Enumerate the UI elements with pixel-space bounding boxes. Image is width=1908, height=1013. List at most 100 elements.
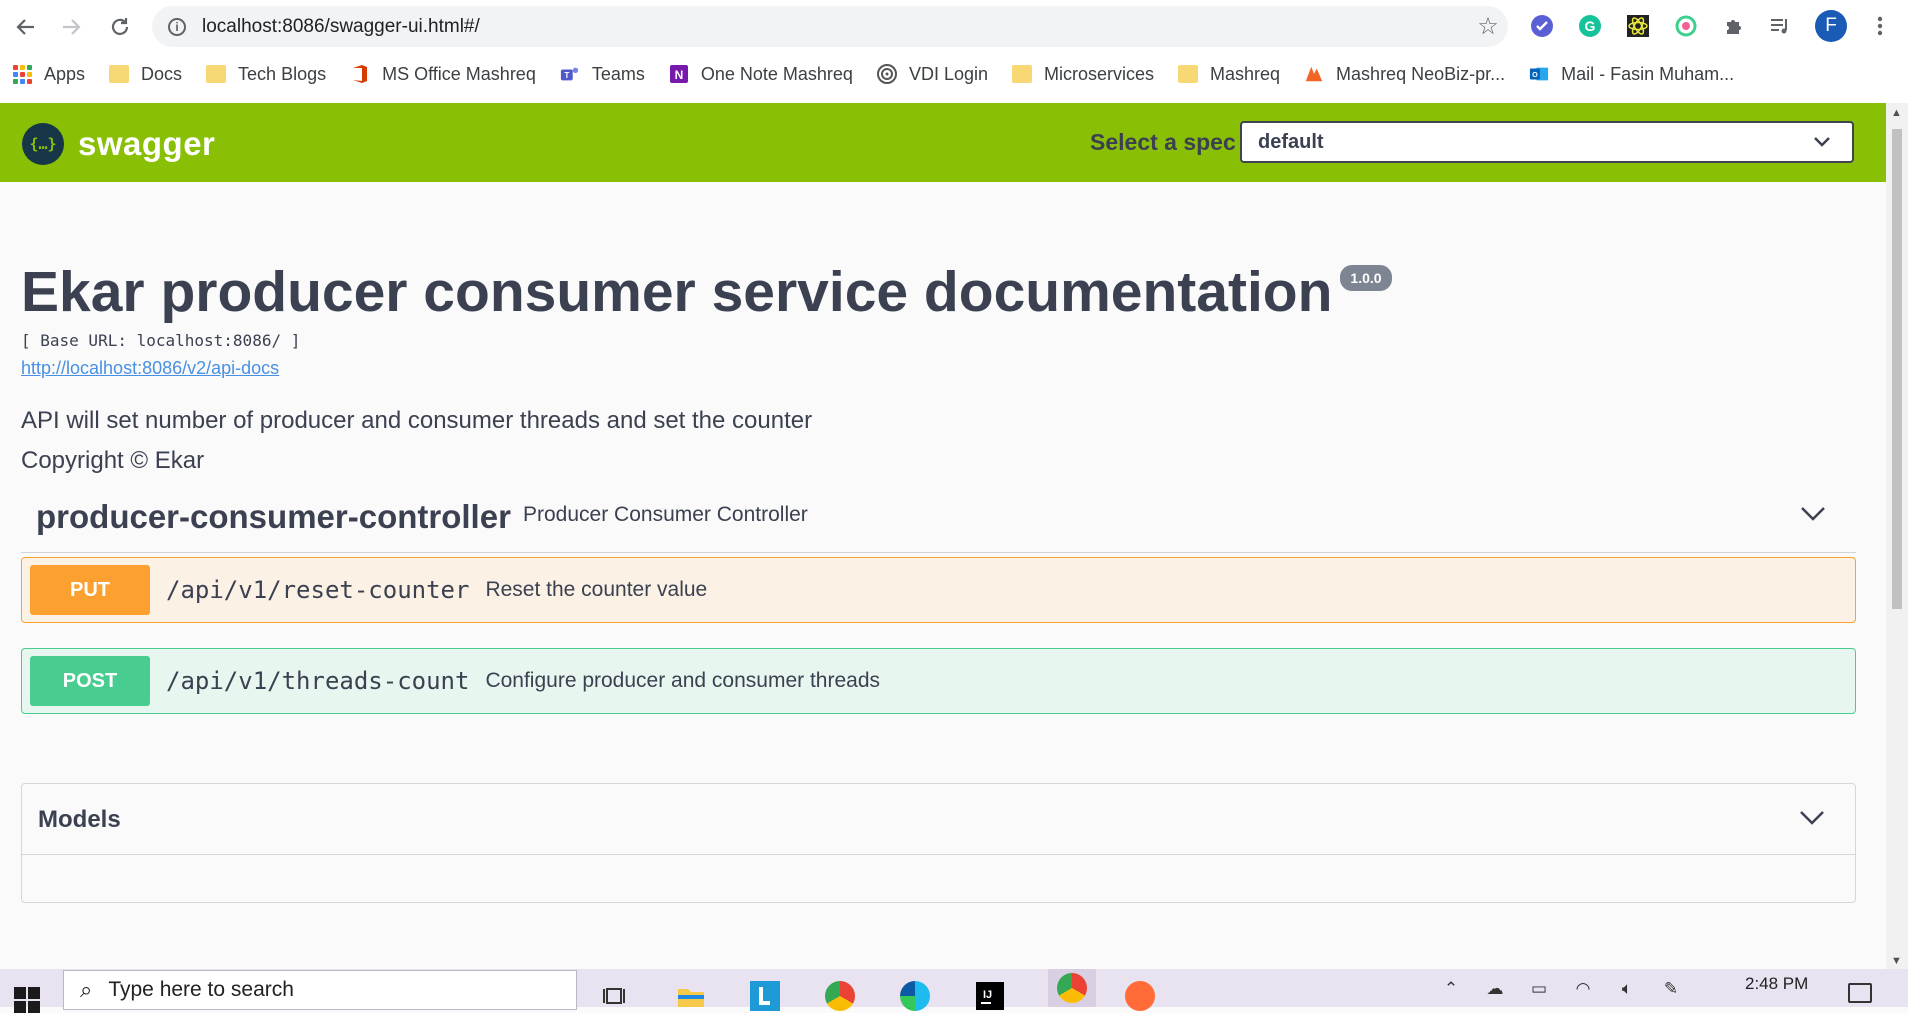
bookmark-onenote[interactable]: N One Note Mashreq — [663, 57, 859, 91]
folder-icon — [1178, 65, 1199, 83]
windows-start-icon[interactable] — [14, 987, 40, 1013]
spec-select-value: default — [1258, 130, 1324, 153]
profile-avatar[interactable]: F — [1815, 10, 1847, 42]
chevron-up-icon[interactable]: ⌃ — [1440, 979, 1462, 1001]
chevron-down-icon[interactable] — [1800, 506, 1826, 522]
bookmark-label: Microservices — [1044, 63, 1155, 84]
bookmark-label: MS Office Mashreq — [382, 63, 536, 84]
taskbar-search-placeholder: Type here to search — [108, 978, 294, 1001]
chrome-active-icon[interactable] — [1048, 969, 1096, 1007]
bookmark-mashreq-neobiz[interactable]: Mashreq NeoBiz-pr... — [1298, 57, 1511, 91]
swagger-logo-icon: {…} — [22, 123, 64, 165]
windows-taskbar: ⌕ Type here to search IJ ⌃ ☁ ▭ ◠ 🔈︎ ✎ 2:… — [0, 969, 1908, 1013]
swagger-logo-text: swagger — [78, 125, 216, 162]
outlook-icon: O — [1529, 65, 1549, 83]
reload-icon — [111, 18, 129, 35]
browser-chrome: i localhost:8086/swagger-ui.html#/ ☆ G F — [0, 0, 1908, 104]
models-title: Models — [38, 806, 121, 833]
bookmark-label: One Note Mashreq — [700, 63, 853, 84]
address-bar[interactable]: i localhost:8086/swagger-ui.html#/ ☆ — [152, 6, 1508, 47]
tag-producer-consumer-controller[interactable]: producer-consumer-controller Producer Co… — [21, 482, 1856, 553]
bookmark-label: Mashreq NeoBiz-pr... — [1336, 63, 1506, 84]
bookmark-star-icon[interactable]: ☆ — [1468, 12, 1508, 41]
api-info: Ekar producer consumer service documenta… — [21, 259, 1392, 475]
forward-button[interactable] — [55, 10, 89, 44]
swagger-topbar: {…} swagger Select a spec default — [0, 103, 1886, 182]
scrollbar-thumb[interactable] — [1892, 129, 1902, 609]
pen-icon[interactable]: ✎ — [1660, 979, 1682, 1001]
operation-post-threads-count[interactable]: POST /api/v1/threads-count Configure pro… — [21, 648, 1856, 714]
swagger-logo[interactable]: {…} swagger — [22, 123, 215, 165]
select-spec-label: Select a spec — [1090, 129, 1236, 155]
arrow-right-icon — [63, 19, 81, 35]
operation-put-reset-counter[interactable]: PUT /api/v1/reset-counter Reset the coun… — [21, 557, 1856, 623]
browser-menu-icon[interactable] — [1866, 12, 1894, 40]
bookmark-tech-blogs[interactable]: Tech Blogs — [200, 57, 332, 91]
operation-summary: Configure producer and consumer threads — [485, 669, 880, 692]
method-badge: POST — [30, 656, 150, 706]
operation-path: /api/v1/threads-count — [166, 667, 470, 695]
grammarly-icon[interactable]: G — [1576, 12, 1604, 40]
folder-icon — [1012, 65, 1032, 83]
models-section[interactable]: Models — [21, 783, 1856, 903]
bookmark-vdi-login[interactable]: VDI Login — [871, 57, 994, 91]
bookmark-ms-office[interactable]: MS Office Mashreq — [344, 57, 542, 91]
mashreq-icon — [1304, 65, 1324, 83]
office-icon — [350, 65, 370, 83]
operation-summary: Reset the counter value — [485, 578, 708, 601]
media-queue-icon[interactable] — [1766, 12, 1794, 40]
scroll-down-icon[interactable]: ▼ — [1891, 955, 1902, 967]
bookmark-apps[interactable]: Apps — [6, 57, 91, 91]
bookmark-label: Teams — [591, 63, 645, 84]
bookmark-label: VDI Login — [908, 63, 988, 84]
folder-icon — [206, 65, 227, 83]
url-text[interactable]: localhost:8086/swagger-ui.html#/ — [202, 16, 1468, 38]
bookmark-teams[interactable]: T Teams — [554, 57, 651, 91]
chevron-down-icon[interactable] — [1799, 810, 1825, 826]
bookmark-mail[interactable]: O Mail - Fasin Muham... — [1523, 57, 1740, 91]
notification-icon[interactable] — [1848, 983, 1872, 1003]
version-badge: 1.0.0 — [1340, 265, 1392, 291]
api-description: API will set number of producer and cons… — [21, 407, 813, 434]
extension-ring-icon[interactable] — [1672, 12, 1700, 40]
api-docs-link[interactable]: http://localhost:8086/v2/api-docs — [21, 358, 1392, 379]
bookmark-label: Mail - Fasin Muham... — [1561, 63, 1735, 84]
extensions-puzzle-icon[interactable] — [1720, 12, 1748, 40]
onedrive-icon[interactable]: ☁ — [1484, 979, 1506, 1001]
bookmark-microservices[interactable]: Microservices — [1006, 57, 1160, 91]
page-scrollbar[interactable]: ▲ ▼ — [1886, 103, 1908, 969]
chevron-down-icon — [1814, 137, 1830, 147]
onenote-icon: N — [669, 65, 689, 83]
base-url: [ Base URL: localhost:8086/ ] — [21, 331, 301, 350]
api-title-text: Ekar producer consumer service documenta… — [21, 260, 1333, 324]
system-tray: ⌃ ☁ ▭ ◠ 🔈︎ ✎ — [1440, 979, 1704, 1001]
spec-select[interactable]: default — [1240, 121, 1854, 163]
svg-text:O: O — [1532, 70, 1538, 79]
volume-icon[interactable]: 🔈︎ — [1616, 979, 1638, 1001]
wifi-icon[interactable]: ◠ — [1572, 979, 1594, 1001]
taskbar-clock[interactable]: 2:48 PM — [1745, 974, 1808, 994]
battery-icon[interactable]: ▭ — [1528, 979, 1550, 1001]
operation-path: /api/v1/reset-counter — [166, 576, 470, 604]
taskbar-search[interactable]: ⌕ Type here to search — [63, 970, 577, 1010]
tag-description: Producer Consumer Controller — [523, 503, 808, 526]
reload-button[interactable] — [103, 10, 137, 44]
bookmark-docs[interactable]: Docs — [103, 57, 188, 91]
scroll-up-icon[interactable]: ▲ — [1891, 107, 1902, 119]
extension-check-icon[interactable] — [1528, 12, 1556, 40]
arrow-left-icon — [16, 19, 34, 35]
bookmark-mashreq[interactable]: Mashreq — [1172, 57, 1286, 91]
react-devtools-icon[interactable] — [1624, 12, 1652, 40]
search-icon: ⌕ — [80, 977, 93, 1002]
svg-text:T: T — [564, 71, 569, 80]
svg-text:G: G — [1585, 18, 1596, 34]
models-divider — [22, 854, 1855, 855]
method-badge: PUT — [30, 565, 150, 615]
bookmark-label: Mashreq — [1210, 63, 1281, 84]
back-button[interactable] — [8, 10, 42, 44]
site-info-icon[interactable]: i — [168, 17, 186, 36]
tag-name: producer-consumer-controller — [36, 498, 511, 535]
teams-icon: T — [560, 65, 580, 83]
api-copyright: Copyright © Ekar — [21, 447, 205, 474]
bookmark-label: Docs — [141, 63, 183, 84]
